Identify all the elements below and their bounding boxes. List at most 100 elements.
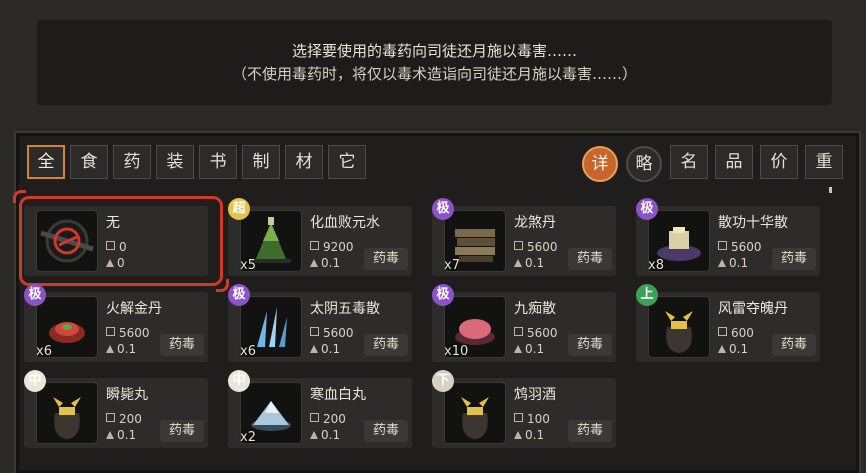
pouch-icon xyxy=(36,382,98,444)
grade-badge: 超 xyxy=(228,198,250,220)
tab-all[interactable]: 全 xyxy=(27,145,65,179)
tab-other[interactable]: 它 xyxy=(328,145,366,179)
item-price-value: 5600 xyxy=(119,326,150,340)
item-weight: 0.1 xyxy=(514,428,544,442)
item-weight-value: 0.1 xyxy=(729,342,749,356)
item-card[interactable]: 极 x7 龙煞丹 5600 0.1 药毒 xyxy=(432,198,616,276)
item-name: 散功十华散 xyxy=(718,215,788,231)
weight-icon xyxy=(106,431,114,439)
item-weight: 0.1 xyxy=(310,428,340,442)
item-weight: 0.1 xyxy=(514,256,544,270)
view-detailed-button[interactable]: 详 xyxy=(582,146,618,182)
item-quantity: x5 xyxy=(240,258,256,273)
price-icon xyxy=(106,413,115,422)
item-weight: 0.1 xyxy=(106,342,136,356)
tab-medicine[interactable]: 药 xyxy=(113,145,151,179)
item-name: 火解金丹 xyxy=(106,301,162,317)
item-weight-value: 0.1 xyxy=(729,256,749,270)
item-weight: 0.1 xyxy=(718,342,748,356)
grade-badge: 下 xyxy=(432,370,454,392)
item-weight: 0.1 xyxy=(514,342,544,356)
item-weight-value: 0.1 xyxy=(525,342,545,356)
item-price: 200 xyxy=(310,412,346,426)
grade-badge: 上 xyxy=(636,284,658,306)
item-quantity: x8 xyxy=(648,258,664,273)
item-type-tag: 药毒 xyxy=(160,420,204,442)
sort-weight-button[interactable]: 重 xyxy=(805,145,843,179)
item-name: 太阴五毒散 xyxy=(310,301,380,317)
item-name: 鸩羽酒 xyxy=(514,387,556,403)
item-name: 寒血白丸 xyxy=(310,387,366,403)
tab-materials[interactable]: 材 xyxy=(285,145,323,179)
tab-crafted[interactable]: 制 xyxy=(242,145,280,179)
item-weight: 0.1 xyxy=(310,256,340,270)
item-price: 5600 xyxy=(310,326,354,340)
item-card[interactable]: 极 x8 散功十华散 5600 0.1 药毒 xyxy=(636,198,820,276)
item-type-tag: 药毒 xyxy=(568,334,612,356)
item-weight-value: 0.1 xyxy=(321,428,341,442)
sort-price-button[interactable]: 价 xyxy=(760,145,798,179)
item-price: 5600 xyxy=(514,240,558,254)
item-price: 5600 xyxy=(106,326,150,340)
item-name: 九痴散 xyxy=(514,301,556,317)
item-card[interactable]: 超 x5 化血败元水 9200 0.1 药毒 xyxy=(228,198,412,276)
view-brief-button[interactable]: 略 xyxy=(626,146,662,182)
grade-badge: 中 xyxy=(24,370,46,392)
prompt-line-1: 选择要使用的毒药向司徒还月施以毒害…… xyxy=(291,42,577,60)
item-type-tag: 药毒 xyxy=(364,248,408,270)
item-name: 化血败元水 xyxy=(310,215,380,231)
item-type-tag: 药毒 xyxy=(568,420,612,442)
item-type-tag: 药毒 xyxy=(364,334,408,356)
price-icon xyxy=(106,327,115,336)
grade-badge: 中 xyxy=(228,370,250,392)
item-price: 9200 xyxy=(310,240,354,254)
item-card[interactable]: 上 风雷夺魄丹 600 0.1 药毒 xyxy=(636,284,820,362)
item-card[interactable]: 中 x2 寒血白丸 200 0.1 药毒 xyxy=(228,370,412,448)
weight-icon xyxy=(310,259,318,267)
prompt-line-2: （不使用毒药时，将仅以毒术造诣向司徒还月施以毒害……） xyxy=(231,65,637,83)
item-card[interactable]: 极 x10 九痴散 5600 0.1 药毒 xyxy=(432,284,616,362)
sort-name-button[interactable]: 名 xyxy=(670,145,708,179)
grade-badge: 极 xyxy=(432,198,454,220)
scrollbar-thumb[interactable] xyxy=(829,187,832,193)
item-price-value: 200 xyxy=(119,412,142,426)
price-icon xyxy=(310,241,319,250)
item-weight-value: 0.1 xyxy=(321,256,341,270)
price-icon xyxy=(514,241,523,250)
weight-icon xyxy=(106,345,114,353)
item-type-tag: 药毒 xyxy=(568,248,612,270)
weight-icon xyxy=(310,431,318,439)
item-weight: 0.1 xyxy=(106,428,136,442)
sort-grade-button[interactable]: 品 xyxy=(715,145,753,179)
item-price: 200 xyxy=(106,412,142,426)
pouch-icon xyxy=(648,296,710,358)
price-icon xyxy=(310,413,319,422)
item-type-tag: 药毒 xyxy=(364,420,408,442)
item-quantity: x10 xyxy=(444,344,469,359)
tab-books[interactable]: 书 xyxy=(199,145,237,179)
item-type-tag: 药毒 xyxy=(772,248,816,270)
selection-frame xyxy=(13,190,229,292)
item-name: 风雷夺魄丹 xyxy=(718,301,788,317)
item-quantity: x7 xyxy=(444,258,460,273)
item-weight-value: 0.1 xyxy=(117,428,137,442)
weight-icon xyxy=(718,259,726,267)
item-type-tag: 药毒 xyxy=(772,334,816,356)
item-card[interactable]: 极 x6 太阴五毒散 5600 0.1 药毒 xyxy=(228,284,412,362)
item-quantity: x2 xyxy=(240,430,256,445)
tab-food[interactable]: 食 xyxy=(70,145,108,179)
item-quantity: x6 xyxy=(240,344,256,359)
grade-badge: 极 xyxy=(24,284,46,306)
price-icon xyxy=(514,413,523,422)
weight-icon xyxy=(514,431,522,439)
item-price-value: 5600 xyxy=(527,326,558,340)
tab-all-label: 全 xyxy=(37,152,55,172)
item-price-value: 9200 xyxy=(323,240,354,254)
item-card[interactable]: 中 瞬毙丸 200 0.1 药毒 xyxy=(24,370,208,448)
tab-equipment[interactable]: 装 xyxy=(156,145,194,179)
item-name: 瞬毙丸 xyxy=(106,387,148,403)
item-card[interactable]: 极 x6 火解金丹 5600 0.1 药毒 xyxy=(24,284,208,362)
price-icon xyxy=(514,327,523,336)
item-card[interactable]: 下 鸩羽酒 100 0.1 药毒 xyxy=(432,370,616,448)
pouch-icon xyxy=(444,382,506,444)
